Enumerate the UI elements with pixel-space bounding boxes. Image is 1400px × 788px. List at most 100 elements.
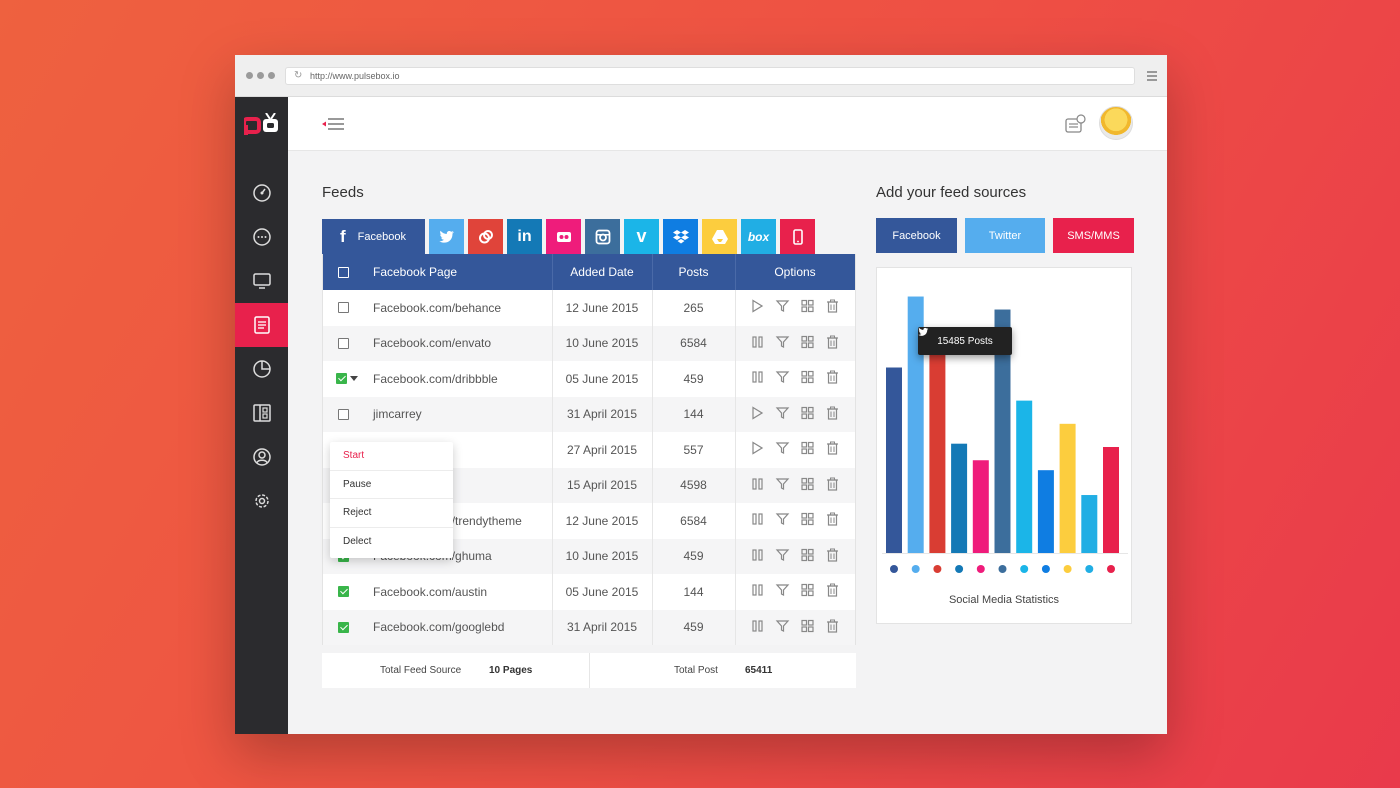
add-sms-button[interactable]: SMS/MMS [1053,218,1134,253]
add-twitter-button[interactable]: Twitter [965,218,1045,253]
column-header-posts[interactable]: Posts [652,265,735,279]
grid-icon[interactable] [800,512,815,529]
filter-icon[interactable] [775,619,790,636]
bar-dropbox[interactable] [1037,470,1054,553]
trash-icon[interactable] [825,299,840,316]
sidebar-item-settings[interactable] [235,479,288,523]
filter-icon[interactable] [775,335,790,352]
table-row[interactable]: Facebook.com/envato 10 June 2015 6584 [323,325,855,361]
trash-icon[interactable] [825,477,840,494]
table-row[interactable]: Facebook.com/googlebd 31 April 2015 459 [323,609,855,645]
pause-icon[interactable] [750,512,765,529]
window-controls[interactable] [246,72,275,79]
notification-icon[interactable] [1065,114,1087,134]
trash-icon[interactable] [825,441,840,458]
dropdown-item-delete[interactable]: Delect [330,528,453,557]
pause-icon[interactable] [750,619,765,636]
row-action-toggle[interactable] [336,373,358,385]
tab-flickr[interactable] [546,219,581,254]
filter-icon[interactable] [775,548,790,565]
avatar[interactable] [1099,106,1133,140]
filter-icon[interactable] [775,406,790,423]
grid-icon[interactable] [800,477,815,494]
table-row[interactable]: Facebook.com/behance 12 June 2015 265 [323,290,855,326]
add-facebook-button[interactable]: Facebook [876,218,957,253]
play-icon[interactable] [750,299,765,316]
trash-icon[interactable] [825,512,840,529]
tab-facebook[interactable]: f Facebook [322,219,425,254]
pause-icon[interactable] [750,370,765,387]
grid-icon[interactable] [800,335,815,352]
table-row[interactable]: Facebook.com/dribbble 05 June 2015 459 [323,361,855,397]
tab-dropbox[interactable] [663,219,698,254]
pause-icon[interactable] [750,335,765,352]
column-header-page[interactable]: Facebook Page [363,265,552,279]
address-bar[interactable]: ↻ http://www.pulsebox.io [285,67,1135,85]
row-checkbox[interactable] [337,337,349,349]
table-row[interactable]: jimcarrey 31 April 2015 144 [323,396,855,432]
select-all-checkbox[interactable] [337,266,349,278]
table-row[interactable]: Facebook.com/austin 05 June 2015 144 [323,574,855,610]
menu-toggle-icon[interactable] [322,117,346,131]
row-checkbox[interactable] [337,586,349,598]
chevron-down-icon[interactable] [350,376,358,382]
filter-icon[interactable] [775,583,790,600]
sidebar-item-dashboard[interactable] [235,171,288,215]
dropdown-item-pause[interactable]: Pause [330,471,453,499]
grid-icon[interactable] [800,583,815,600]
bar-vimeo[interactable] [1016,400,1033,553]
dropdown-item-reject[interactable]: Reject [330,499,453,528]
tab-google-plus[interactable] [468,219,503,254]
sidebar-item-messages[interactable] [235,215,288,259]
trash-icon[interactable] [825,583,840,600]
filter-icon[interactable] [775,477,790,494]
sidebar-item-analytics[interactable] [235,347,288,391]
grid-icon[interactable] [800,370,815,387]
tab-mobile[interactable] [780,219,815,254]
grid-icon[interactable] [800,441,815,458]
trash-icon[interactable] [825,548,840,565]
sidebar-item-layout[interactable] [235,391,288,435]
pause-icon[interactable] [750,548,765,565]
row-checkbox[interactable] [336,373,347,385]
grid-icon[interactable] [800,619,815,636]
sidebar-item-feeds[interactable] [235,303,288,347]
bar-mobile[interactable] [1103,447,1119,553]
grid-icon[interactable] [800,406,815,423]
trash-icon[interactable] [825,406,840,423]
filter-icon[interactable] [775,370,790,387]
sidebar-item-profile[interactable] [235,435,288,479]
play-icon[interactable] [750,441,765,458]
bar-linkedin[interactable] [951,443,968,553]
sidebar-item-display[interactable] [235,259,288,303]
filter-icon[interactable] [775,299,790,316]
trash-icon[interactable] [825,335,840,352]
dropdown-item-start[interactable]: Start [330,442,453,471]
row-checkbox[interactable] [337,621,349,633]
grid-icon[interactable] [800,299,815,316]
tab-instagram[interactable] [585,219,620,254]
filter-icon[interactable] [775,441,790,458]
filter-icon[interactable] [775,512,790,529]
bar-flickr[interactable] [972,460,989,553]
tab-linkedin[interactable]: in [507,219,542,254]
tab-google-drive[interactable] [702,219,737,254]
browser-menu-icon[interactable] [1147,71,1157,83]
pause-icon[interactable] [750,477,765,494]
bar-google-drive[interactable] [1059,423,1076,553]
bar-box[interactable] [1081,495,1098,553]
tab-twitter[interactable] [429,219,464,254]
bar-facebook[interactable] [886,367,902,554]
column-header-date[interactable]: Added Date [552,265,652,279]
tab-vimeo[interactable]: v [624,219,659,254]
pause-icon[interactable] [750,583,765,600]
trash-icon[interactable] [825,370,840,387]
tab-box[interactable]: box [741,219,776,254]
row-checkbox[interactable] [337,302,349,314]
bar-google-plus[interactable] [929,354,946,553]
reload-icon[interactable]: ↻ [294,68,302,84]
trash-icon[interactable] [825,619,840,636]
row-checkbox[interactable] [337,408,349,420]
grid-icon[interactable] [800,548,815,565]
play-icon[interactable] [750,406,765,423]
